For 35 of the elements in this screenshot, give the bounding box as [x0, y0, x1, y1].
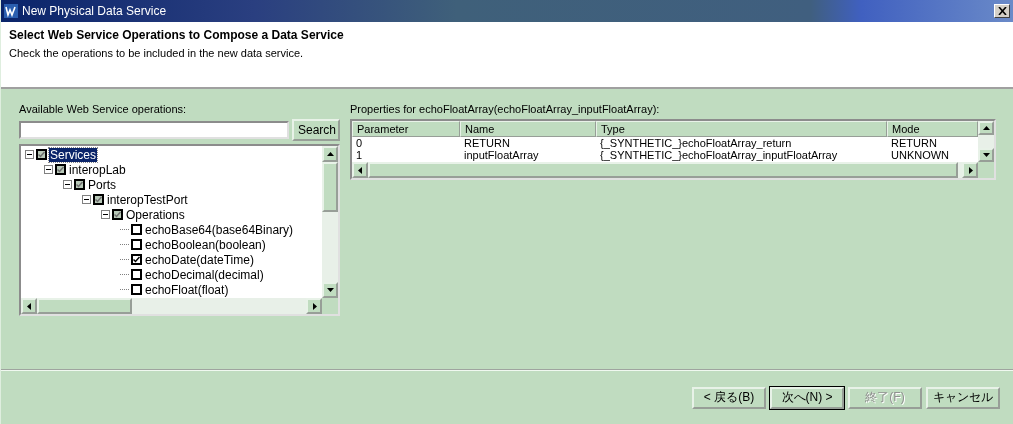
column-header[interactable]: Name	[460, 121, 596, 137]
arrow-icon	[982, 124, 990, 132]
wizard-button[interactable]: 次へ(N) >	[770, 386, 844, 409]
arrow-icon	[326, 150, 334, 158]
column-header[interactable]: Parameter	[352, 121, 460, 137]
search-button[interactable]: Search	[292, 119, 340, 141]
table-cell-text: inputFloatArray	[463, 149, 540, 161]
wizard-button[interactable]: キャンセル	[926, 386, 1000, 409]
arrow-icon	[356, 166, 364, 174]
column-header[interactable]: Type	[596, 121, 887, 137]
table-cell-text: RETURN	[463, 137, 511, 149]
table-cell-text: {_SYNTHETIC_}echoFloatArray_return	[599, 137, 793, 149]
page-heading: Select Web Service Operations to Compose a Data Service	[9, 28, 345, 42]
horizontal-scrollbar[interactable]	[21, 298, 338, 314]
table-cell-text: UNKNOWN	[890, 149, 951, 161]
arrow-icon	[25, 302, 33, 310]
table-cell-text: 0	[355, 137, 364, 149]
close-icon	[997, 7, 1007, 15]
close-button[interactable]	[994, 4, 1010, 18]
search-field[interactable]	[19, 121, 289, 139]
properties-label: Properties for echoFloatArray(echoFloatArray_inputFloatArray):	[350, 103, 661, 117]
column-header[interactable]: Mode	[887, 121, 978, 137]
app-icon	[4, 4, 18, 18]
horizontal-scrollbar[interactable]	[352, 162, 994, 178]
operations-label: Available Web Service operations:	[19, 103, 188, 117]
vertical-scrollbar[interactable]	[978, 121, 994, 162]
scrollbar-corner	[322, 298, 338, 314]
page-description: Check the operations to be included in the new data service.	[9, 47, 305, 59]
scrollbar-corner	[978, 162, 994, 178]
window-title: New Physical Data Service	[22, 4, 168, 18]
table-cell-text: {_SYNTHETIC_}echoFloatArray_inputFloatArray	[599, 149, 839, 161]
table-cell-text: RETURN	[890, 137, 938, 149]
vertical-scrollbar[interactable]	[322, 146, 338, 298]
table-cell-text: 1	[355, 149, 364, 161]
wizard-button[interactable]: < 戻る(B)	[692, 386, 766, 409]
